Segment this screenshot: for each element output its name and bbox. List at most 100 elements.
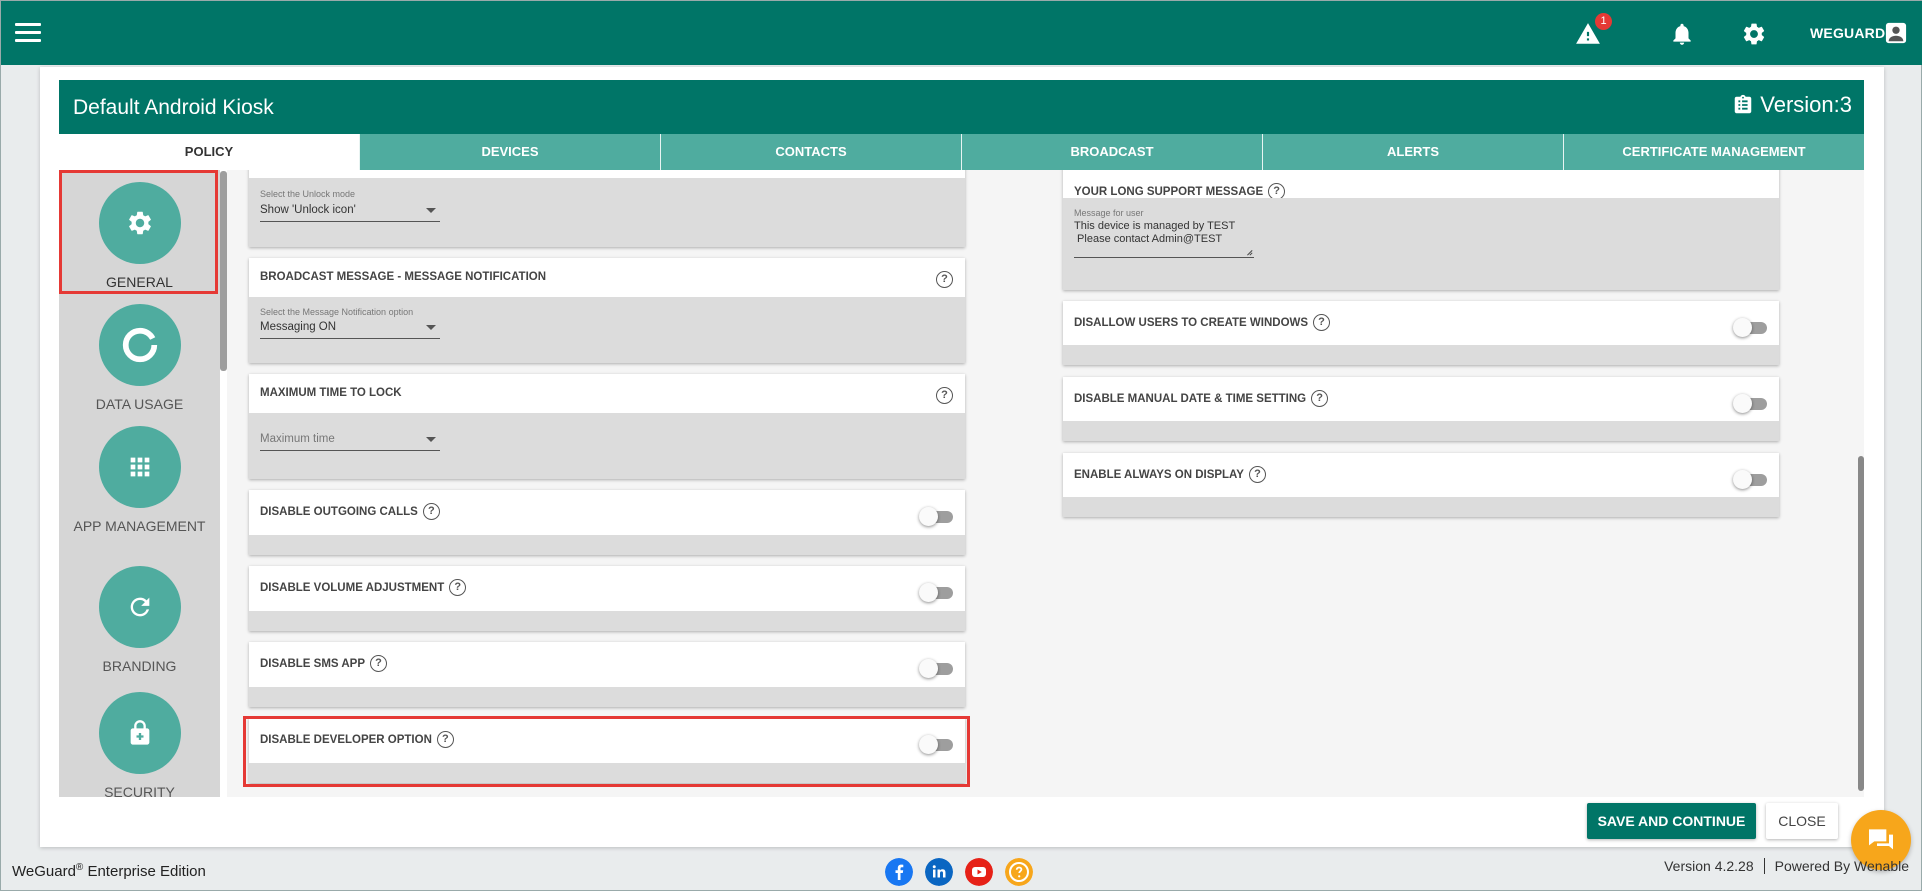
policy-tabs: POLICY DEVICES CONTACTS BROADCAST ALERTS…	[59, 134, 1864, 170]
max-time-select[interactable]: Maximum time	[260, 429, 440, 451]
date-time-toggle[interactable]	[1733, 394, 1769, 413]
broadcast-title: BROADCAST MESSAGE - MESSAGE NOTIFICATION	[260, 271, 547, 283]
donut-chart-icon	[122, 327, 157, 363]
nav-item-general[interactable]: GENERAL	[59, 182, 220, 290]
facebook-icon[interactable]	[885, 858, 913, 886]
linkedin-icon[interactable]	[925, 858, 953, 886]
panel-body	[249, 763, 965, 783]
help-icon[interactable]: ?	[370, 655, 388, 672]
top-app-bar: 1 WEGUARD	[1, 1, 1922, 65]
toggle-knob	[919, 735, 938, 754]
tab-contacts[interactable]: CONTACTS	[660, 134, 961, 170]
chevron-down-icon	[426, 437, 436, 442]
toggle-knob	[919, 659, 938, 678]
datetime-title: DISABLE MANUAL DATE & TIME SETTING	[1074, 392, 1307, 405]
tab-broadcast[interactable]: BROADCAST	[961, 134, 1262, 170]
volume-title: DISABLE VOLUME ADJUSTMENT	[260, 581, 445, 594]
tab-policy[interactable]: POLICY	[59, 134, 359, 170]
panel-body	[1063, 421, 1779, 441]
content-scrollbar[interactable]	[1858, 456, 1864, 791]
outgoing-calls-toggle[interactable]	[919, 507, 955, 526]
nav-label-security: SECURITY	[104, 784, 175, 797]
nav-branding-circle	[98, 566, 181, 648]
policy-title: Default Android Kiosk	[73, 96, 274, 119]
close-button[interactable]: CLOSE	[1766, 803, 1838, 839]
version-label: Version:3	[1760, 92, 1852, 117]
disable-developer-option-panel: DISABLE DEVELOPER OPTION?	[249, 718, 965, 783]
resize-handle-icon[interactable]	[1245, 248, 1253, 256]
always-on-toggle[interactable]	[1733, 470, 1769, 489]
help-icon[interactable]: ?	[936, 271, 953, 288]
toggle-knob	[1733, 394, 1752, 413]
disallow-create-windows-panel: DISALLOW USERS TO CREATE WINDOWS?	[1063, 301, 1779, 365]
edition-brand: WeGuard	[12, 863, 76, 880]
unlock-select-label: Select the Unlock mode	[260, 189, 356, 199]
create-windows-toggle[interactable]	[1733, 318, 1769, 337]
chevron-down-icon	[426, 325, 436, 330]
nav-item-app-management[interactable]: APP MANAGEMENT	[59, 426, 220, 534]
help-circle-icon[interactable]	[1005, 858, 1033, 886]
user-name[interactable]: WEGUARD	[1810, 25, 1885, 41]
max-time-placeholder: Maximum time	[260, 433, 335, 445]
panel-body	[1063, 497, 1779, 517]
outgoing-calls-title: DISABLE OUTGOING CALLS	[260, 505, 418, 518]
nav-label-app-management: APP MANAGEMENT	[73, 518, 206, 534]
broadcast-select-value: Messaging ON	[260, 321, 337, 333]
sms-title: DISABLE SMS APP	[260, 657, 366, 670]
nav-scrollbar[interactable]	[220, 171, 227, 371]
tab-certificate-management[interactable]: CERTIFICATE MANAGEMENT	[1563, 134, 1864, 170]
broadcast-select-label: Select the Message Notification option	[260, 307, 414, 317]
app-version: Version 4.2.28	[1664, 858, 1754, 874]
support-message-textarea[interactable]: This device is managed by TEST Please co…	[1074, 220, 1254, 258]
tab-alerts[interactable]: ALERTS	[1262, 134, 1563, 170]
tab-devices[interactable]: DEVICES	[359, 134, 660, 170]
sms-toggle[interactable]	[919, 659, 955, 678]
youtube-icon[interactable]	[965, 858, 993, 886]
policy-settings-content: Select the Unlock mode Show 'Unlock icon…	[227, 170, 1864, 797]
disable-volume-panel: DISABLE VOLUME ADJUSTMENT?	[249, 566, 965, 631]
dialog-header: Default Android Kiosk Version:3	[59, 80, 1864, 134]
sms-title-row: DISABLE SMS APP?	[260, 655, 388, 672]
help-icon[interactable]: ?	[1248, 466, 1266, 483]
refresh-icon	[130, 597, 149, 617]
developer-option-toggle[interactable]	[919, 735, 955, 754]
disable-outgoing-calls-panel: DISABLE OUTGOING CALLS?	[249, 490, 965, 555]
help-icon[interactable]: ?	[436, 731, 454, 748]
datetime-title-row: DISABLE MANUAL DATE & TIME SETTING?	[1074, 390, 1329, 407]
nav-item-branding[interactable]: BRANDING	[59, 566, 220, 674]
always-on-title-row: ENABLE ALWAYS ON DISPLAY?	[1074, 466, 1266, 483]
help-icon[interactable]: ?	[1311, 390, 1329, 407]
nav-item-security[interactable]: SECURITY	[59, 692, 220, 797]
toggle-knob	[919, 507, 938, 526]
hamburger-menu-icon[interactable]	[15, 23, 41, 43]
help-icon[interactable]: ?	[422, 503, 440, 520]
broadcast-notification-panel: BROADCAST MESSAGE - MESSAGE NOTIFICATION…	[249, 258, 965, 363]
help-icon[interactable]: ?	[1313, 314, 1331, 331]
support-message-panel: YOUR LONG SUPPORT MESSAGE? Message for u…	[1063, 170, 1779, 290]
nav-label-general: GENERAL	[106, 274, 173, 290]
lock-icon	[130, 720, 149, 745]
always-on-title: ENABLE ALWAYS ON DISPLAY	[1074, 468, 1244, 481]
disable-date-time-panel: DISABLE MANUAL DATE & TIME SETTING?	[1063, 377, 1779, 441]
windows-title: DISALLOW USERS TO CREATE WINDOWS	[1074, 316, 1309, 329]
help-icon[interactable]: ?	[936, 387, 953, 404]
panel-body: Message for user This device is managed …	[1063, 198, 1779, 290]
nav-data-usage-circle	[98, 304, 181, 386]
policy-category-nav: GENERAL DATA USAGE APP MANAGEMENT BRANDI…	[59, 170, 220, 797]
panel-body	[249, 687, 965, 707]
settings-gear-icon[interactable]	[1741, 21, 1767, 47]
message-notification-select[interactable]: Messaging ON	[260, 317, 440, 339]
volume-toggle[interactable]	[919, 583, 955, 602]
max-lock-title: MAXIMUM TIME TO LOCK	[260, 387, 402, 399]
unlock-mode-panel: Select the Unlock mode Show 'Unlock icon…	[249, 170, 965, 247]
notification-bell-icon[interactable]	[1669, 21, 1695, 47]
help-icon[interactable]: ?	[449, 579, 467, 596]
unlock-mode-select[interactable]: Show 'Unlock icon'	[260, 200, 440, 222]
panel-body	[249, 611, 965, 631]
save-and-continue-button[interactable]: SAVE AND CONTINUE	[1587, 803, 1756, 839]
user-avatar-icon[interactable]	[1885, 22, 1907, 44]
panel-body: Select the Message Notification option M…	[249, 297, 965, 363]
edition-label: WeGuard® Enterprise Edition	[12, 862, 206, 880]
nav-item-data-usage[interactable]: DATA USAGE	[59, 304, 220, 412]
volume-title-row: DISABLE VOLUME ADJUSTMENT?	[260, 579, 467, 596]
